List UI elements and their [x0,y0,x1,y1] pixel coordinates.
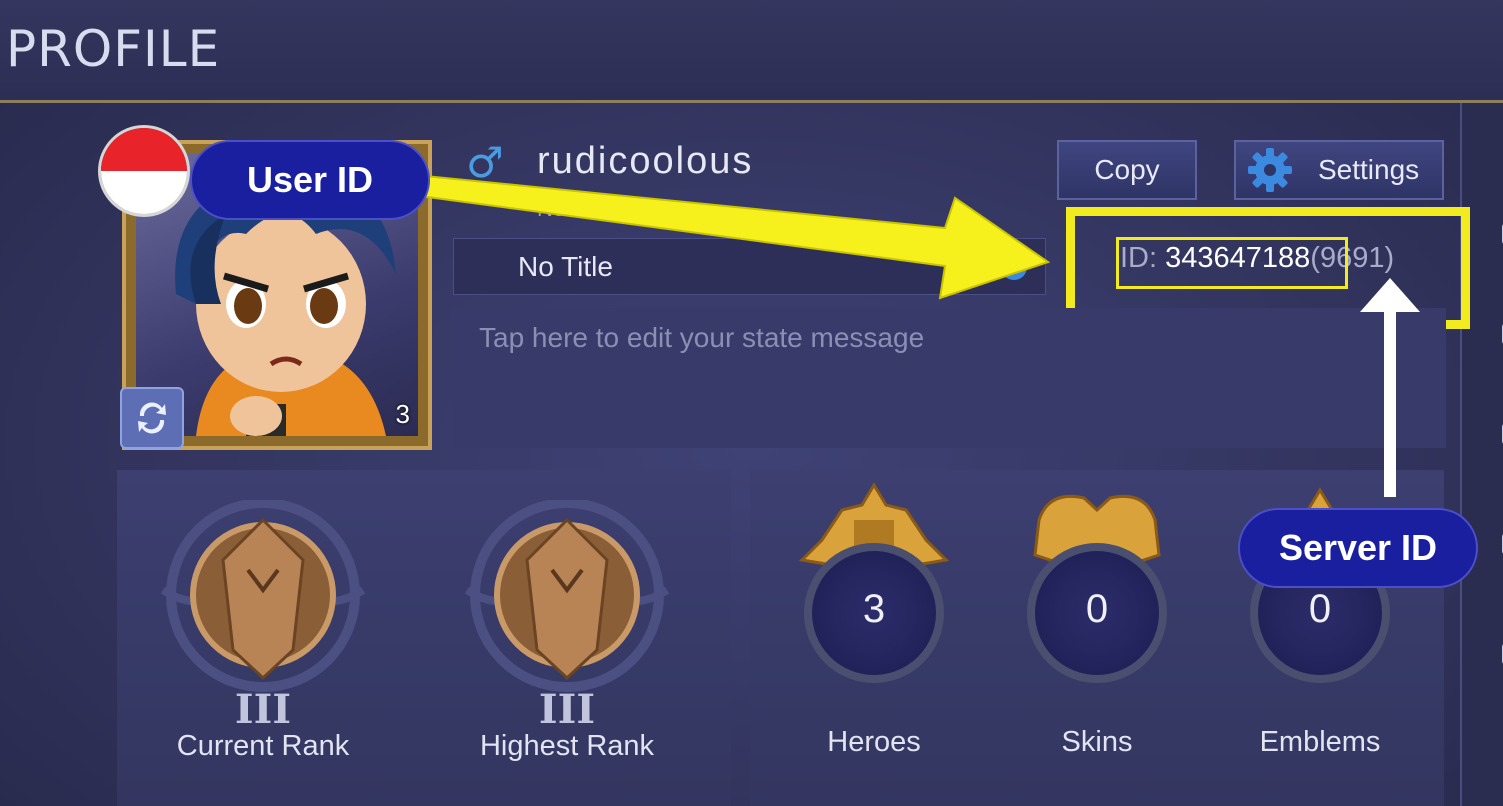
state-message-placeholder: Tap here to edit your state message [479,322,925,353]
rank-label: Highest Rank [479,730,655,762]
emblems-count: 0 [1308,587,1332,631]
current-rank[interactable]: III Current Rank [153,480,373,800]
rank-emblem-icon [160,500,366,692]
heroes-label: Heroes [827,726,921,758]
avatar-level: 3 [395,399,410,429]
title-selector[interactable]: No Title [453,238,1046,295]
gear-icon [1001,254,1027,280]
copy-button-label: Copy [1094,154,1160,185]
gear-icon [1248,148,1292,192]
change-avatar-button[interactable] [120,387,184,449]
copy-button[interactable]: Copy [1057,140,1197,200]
skins-count: 0 [1085,587,1109,631]
username: rudicoolous [537,140,754,182]
heroes-stat[interactable]: 3 Heroes [786,480,966,780]
heroes-count: 3 [862,587,886,631]
subtitle-text: No ved [537,196,607,221]
title-value: No Title [518,251,613,282]
rank-tier: III [234,686,292,733]
refresh-icon [138,402,166,434]
page-title: PROFILE [6,20,221,78]
rank-tier: III [538,686,596,733]
settings-button-label: Settings [1318,154,1420,185]
emblems-label: Emblems [1259,726,1381,758]
user-id-callout: User ID [190,140,430,220]
settings-button[interactable]: Settings [1234,140,1444,200]
rank-emblem-icon [464,500,670,692]
rank-label: Current Rank [176,730,350,762]
skins-stat[interactable]: 0 Skins [1009,480,1189,780]
skins-label: Skins [1061,726,1133,758]
male-gender-icon: ♂ [466,138,504,187]
server-id-callout: Server ID [1238,508,1478,588]
country-flag-icon [101,128,187,214]
header-bar: PROFILE [0,0,1503,103]
highest-rank[interactable]: III Highest Rank [457,480,677,800]
state-message-field[interactable]: Tap here to edit your state message [453,308,1446,448]
